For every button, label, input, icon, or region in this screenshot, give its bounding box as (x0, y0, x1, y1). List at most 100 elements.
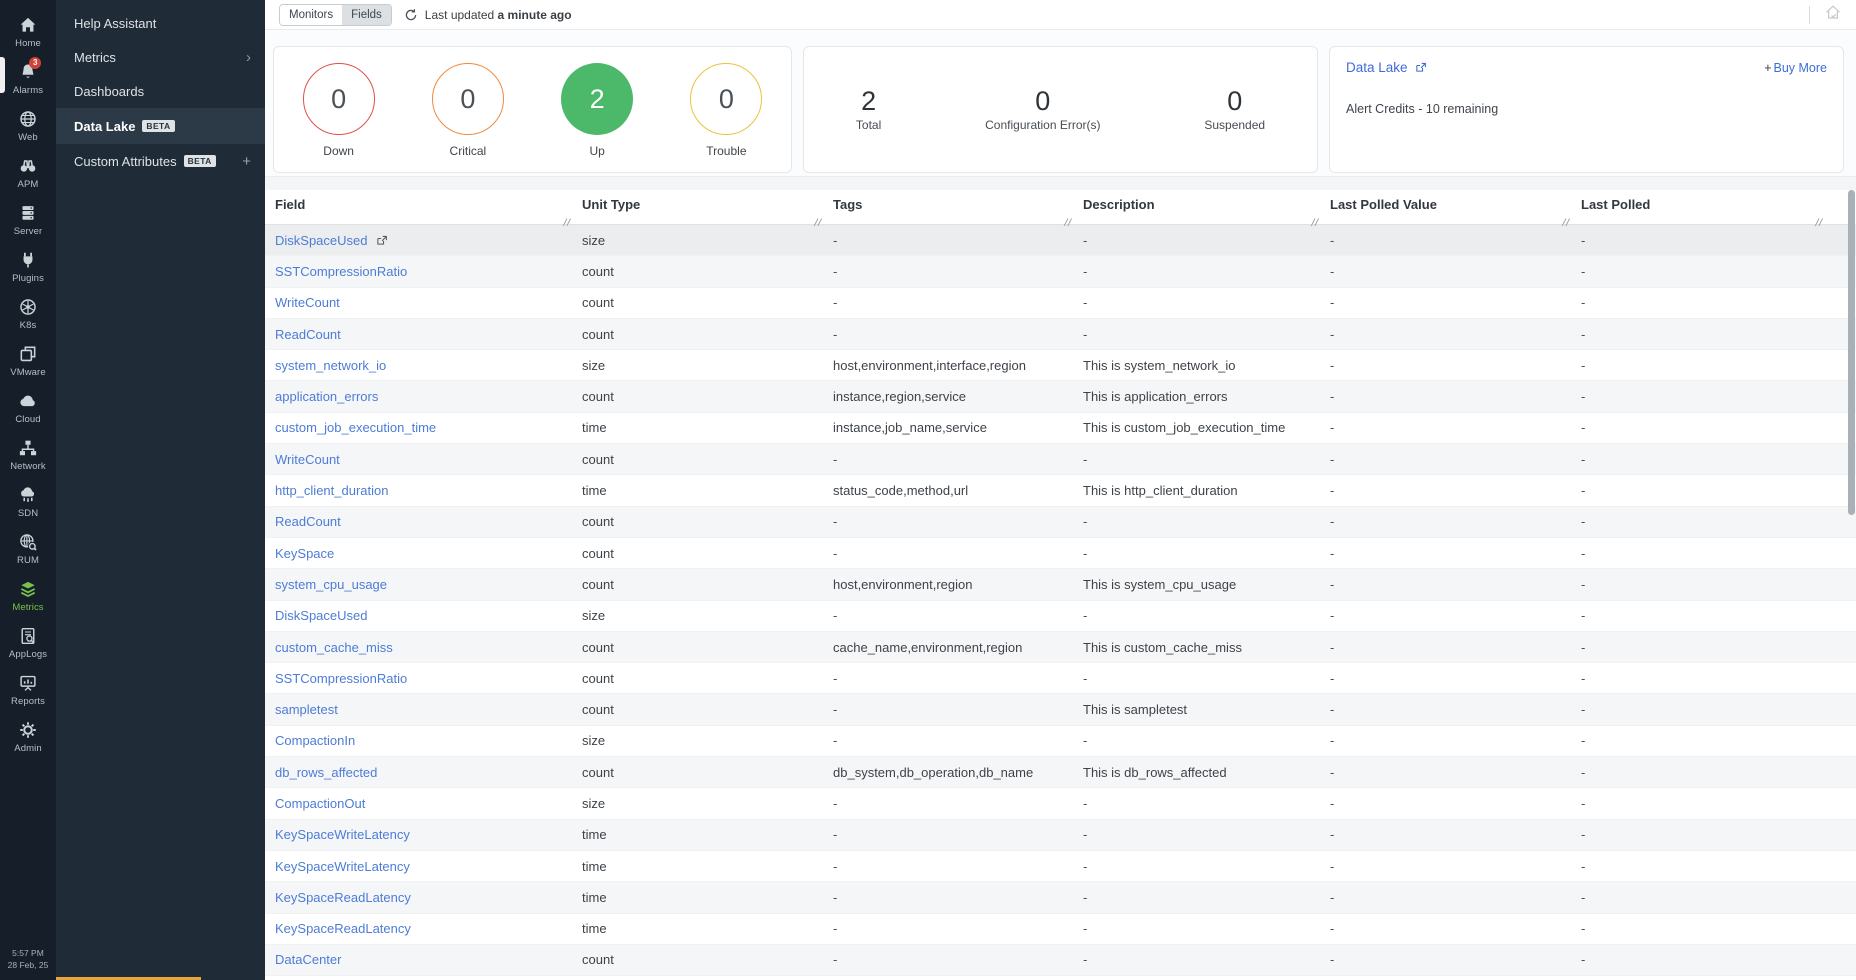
sidebar-item-metrics[interactable]: Metrics› (56, 40, 265, 74)
field-link[interactable]: CompactionOut (275, 796, 365, 811)
description-cell: This is system_cpu_usage (1083, 577, 1330, 592)
status-trouble[interactable]: 0 Trouble (690, 63, 762, 158)
tags-cell: - (833, 452, 1083, 467)
rail-item-cloud[interactable]: Cloud (0, 384, 56, 431)
rail-item-alarms[interactable]: 3 Alarms (0, 55, 56, 102)
rail-item-vmware[interactable]: VMware (0, 337, 56, 384)
field-link[interactable]: WriteCount (275, 295, 340, 310)
column-header-last-polled-value[interactable]: Last Polled Value (1330, 197, 1581, 212)
table-row: ReadCountcount---- (265, 507, 1856, 538)
field-link[interactable]: SSTCompressionRatio (275, 671, 407, 686)
column-resize-handle[interactable] (813, 215, 823, 230)
status-down[interactable]: 0 Down (303, 63, 375, 158)
field-link[interactable]: DiskSpaceUsed (275, 233, 388, 248)
rail-item-metrics[interactable]: Metrics (0, 572, 56, 619)
section-separator (265, 176, 1856, 190)
last-polled-value-cell: - (1330, 577, 1581, 592)
tags-cell: - (833, 921, 1083, 936)
table-row: system_cpu_usagecounthost,environment,re… (265, 569, 1856, 600)
column-header-field[interactable]: Field (275, 197, 582, 212)
column-header-last-polled[interactable]: Last Polled (1581, 197, 1856, 212)
rail-item-admin[interactable]: Admin (0, 713, 56, 760)
last-polled-cell: - (1581, 890, 1856, 905)
field-link[interactable]: DiskSpaceUsed (275, 608, 368, 623)
buy-more-link[interactable]: +Buy More (1764, 61, 1827, 75)
description-cell: - (1083, 921, 1330, 936)
refresh-icon[interactable] (404, 8, 418, 22)
last-polled-cell: - (1581, 702, 1856, 717)
sidebar-item-help-assistant[interactable]: Help Assistant (56, 6, 265, 40)
last-polled-value-cell: - (1330, 921, 1581, 936)
collapsed-panel-handle[interactable] (0, 57, 5, 93)
field-link[interactable]: ReadCount (275, 514, 341, 529)
vertical-scrollbar[interactable] (1848, 190, 1855, 515)
field-link[interactable]: KeySpaceWriteLatency (275, 827, 410, 842)
field-link[interactable]: system_network_io (275, 358, 386, 373)
data-lake-link[interactable]: Data Lake (1346, 60, 1427, 75)
column-resize-handle[interactable] (1814, 215, 1824, 230)
status-circle: 0 (432, 63, 504, 135)
column-header-unit-type[interactable]: Unit Type (582, 197, 833, 212)
alert-credits-text: Alert Credits - 10 remaining (1346, 102, 1827, 116)
column-resize-handle[interactable] (1063, 215, 1073, 230)
field-link[interactable]: application_errors (275, 389, 378, 404)
tags-cell: - (833, 890, 1083, 905)
field-link[interactable]: WriteCount (275, 452, 340, 467)
field-link[interactable]: system_cpu_usage (275, 577, 387, 592)
field-link[interactable]: DataCenter (275, 952, 341, 967)
rail-item-applogs[interactable]: AppLogs (0, 619, 56, 666)
field-link[interactable]: KeySpaceReadLatency (275, 921, 411, 936)
field-link[interactable]: ReadCount (275, 327, 341, 342)
rail-item-label: Admin (14, 743, 41, 754)
unit-type-cell: count (582, 702, 833, 717)
summary-label: Configuration Error(s) (985, 118, 1100, 132)
table-row: DataCentercount---- (265, 945, 1856, 976)
table-row: CompactionInsize---- (265, 726, 1856, 757)
field-link[interactable]: KeySpace (275, 546, 334, 561)
field-link[interactable]: custom_cache_miss (275, 640, 393, 655)
toggle-fields[interactable]: Fields (342, 5, 391, 25)
rail-item-reports[interactable]: Reports (0, 666, 56, 713)
sidebar-item-dashboards[interactable]: Dashboards (56, 74, 265, 108)
field-link[interactable]: KeySpaceReadLatency (275, 890, 411, 905)
rail-item-web[interactable]: Web (0, 102, 56, 149)
sidebar-item-data-lake[interactable]: Data LakeBETA (56, 108, 265, 144)
rail-clock: 5:57 PM 28 Feb, 25 (8, 947, 49, 973)
field-link[interactable]: db_rows_affected (275, 765, 377, 780)
home-outline-icon[interactable] (1824, 3, 1842, 26)
rail-item-rum[interactable]: RUM (0, 525, 56, 572)
field-link[interactable]: sampletest (275, 702, 338, 717)
column-header-description[interactable]: Description (1083, 197, 1330, 212)
status-label: Critical (450, 144, 487, 158)
add-icon[interactable]: + (242, 154, 251, 169)
rail-item-network[interactable]: Network (0, 431, 56, 478)
unit-type-cell: size (582, 796, 833, 811)
column-resize-handle[interactable] (1561, 215, 1571, 230)
last-polled-value-cell: - (1330, 420, 1581, 435)
field-link[interactable]: http_client_duration (275, 483, 388, 498)
summary-value: 2 (856, 87, 881, 117)
field-link[interactable]: SSTCompressionRatio (275, 264, 407, 279)
field-link[interactable]: KeySpaceWriteLatency (275, 859, 410, 874)
sidebar-item-label: Help Assistant (74, 16, 156, 31)
rail-item-sdn[interactable]: SDN (0, 478, 56, 525)
field-link[interactable]: CompactionIn (275, 733, 355, 748)
rail-item-k8s[interactable]: K8s (0, 290, 56, 337)
open-external-icon[interactable] (375, 234, 388, 247)
column-resize-handle[interactable] (1310, 215, 1320, 230)
rail-item-home[interactable]: Home (0, 8, 56, 55)
rail-item-plugins[interactable]: Plugins (0, 243, 56, 290)
sidebar-item-custom-attributes[interactable]: Custom AttributesBETA+ (56, 144, 265, 178)
toggle-monitors[interactable]: Monitors (280, 5, 342, 25)
column-header-tags[interactable]: Tags (833, 197, 1083, 212)
rail-item-apm[interactable]: APM (0, 149, 56, 196)
column-resize-handle[interactable] (562, 215, 572, 230)
unit-type-cell: count (582, 295, 833, 310)
server-icon (18, 203, 38, 223)
status-up[interactable]: 2 Up (561, 63, 633, 158)
status-critical[interactable]: 0 Critical (432, 63, 504, 158)
field-link[interactable]: custom_job_execution_time (275, 420, 436, 435)
rail-item-server[interactable]: Server (0, 196, 56, 243)
tags-cell: cache_name,environment,region (833, 640, 1083, 655)
rail-item-label: SDN (18, 508, 38, 519)
